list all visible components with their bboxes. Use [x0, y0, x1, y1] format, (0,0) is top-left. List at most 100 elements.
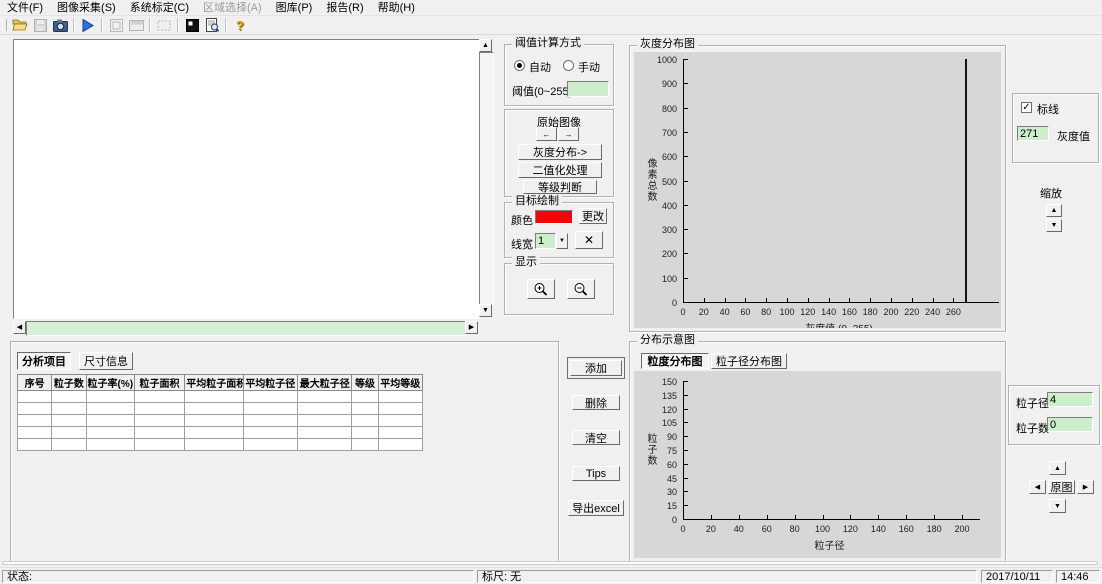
change-color-button[interactable]: 更改: [579, 208, 607, 224]
pan-left-button[interactable]: ◀: [1029, 480, 1046, 494]
menu-image-capture[interactable]: 图像采集(S): [50, 1, 123, 15]
table-cell: [185, 391, 243, 403]
binary-image-icon[interactable]: [183, 17, 201, 33]
distribution-chart-panel: 0153045607590105120135150020406080100120…: [634, 371, 1001, 558]
threshold-value-input[interactable]: [567, 81, 609, 97]
particle-diameter-input[interactable]: [1047, 392, 1093, 407]
scroll-up-button[interactable]: ▲: [479, 39, 492, 52]
threshold-value-label: 阈值(0~255): [512, 83, 572, 99]
table-row[interactable]: [18, 403, 423, 415]
x-tick-label: 20: [699, 524, 723, 534]
auto-radio-label[interactable]: 自动: [529, 59, 551, 75]
delete-target-button[interactable]: ✕: [575, 231, 603, 249]
gray-value-input[interactable]: [1017, 126, 1049, 141]
ruler-icon: [127, 17, 145, 33]
table-cell: [298, 415, 352, 427]
table-cell: [378, 415, 422, 427]
analysis-group: 分析项目 尺寸信息 序号粒子数粒子率(%)粒子面积平均粒子面积平均粒子径最大粒子…: [10, 341, 559, 562]
linewidth-value[interactable]: 1: [535, 233, 556, 249]
table-cell: [378, 439, 422, 451]
threshold-group-title: 阈值计算方式: [512, 37, 584, 50]
table-cell: [134, 415, 184, 427]
gray-distribution-button[interactable]: 灰度分布->: [518, 144, 602, 160]
menu-file[interactable]: 文件(F): [0, 1, 50, 15]
table-row[interactable]: [18, 415, 423, 427]
image-display-area[interactable]: [13, 39, 480, 319]
table-cell: [243, 427, 297, 439]
table-cell: [86, 415, 134, 427]
y-tick: [684, 83, 688, 84]
linewidth-dropdown-button[interactable]: ▼: [556, 233, 568, 249]
capture-image-icon[interactable]: [51, 17, 69, 33]
x-tick-label: 200: [950, 524, 974, 534]
scroll-left-button[interactable]: ◀: [13, 321, 26, 334]
analysis-table[interactable]: 序号粒子数粒子率(%)粒子面积平均粒子面积平均粒子径最大粒子径等级平均等级: [17, 374, 423, 451]
x-tick: [962, 515, 963, 519]
manual-radio[interactable]: [563, 60, 574, 71]
zoom-spin-down-button[interactable]: ▼: [1046, 219, 1062, 232]
y-tick-label: 100: [643, 274, 677, 284]
tab-analysis-items[interactable]: 分析项目: [17, 352, 71, 370]
manual-radio-label[interactable]: 手动: [578, 59, 600, 75]
menu-system-calibration[interactable]: 系统标定(C): [123, 1, 196, 15]
next-image-button[interactable]: →: [558, 127, 579, 141]
zoom-out-icon[interactable]: [567, 279, 595, 299]
help-icon[interactable]: ?: [231, 17, 249, 33]
add-button[interactable]: 添加: [570, 360, 622, 376]
marker-checkbox[interactable]: ✓: [1021, 102, 1032, 113]
vertical-scrollbar-track[interactable]: [479, 52, 494, 306]
menu-report[interactable]: 报告(R): [319, 1, 370, 15]
tab-diameter-chart[interactable]: 粒子径分布图: [711, 353, 787, 369]
scroll-right-button[interactable]: ▶: [465, 321, 478, 334]
table-row[interactable]: [18, 439, 423, 451]
toolbar-separator: [177, 18, 179, 32]
particle-count-input[interactable]: [1047, 417, 1093, 432]
y-tick-label: 30: [643, 487, 677, 497]
zoom-in-icon[interactable]: [527, 279, 555, 299]
open-folder-icon[interactable]: [11, 17, 29, 33]
binarize-button[interactable]: 二值化处理: [518, 162, 602, 178]
ruler-status: 标尺: 无: [477, 570, 977, 583]
pan-right-button[interactable]: ▶: [1077, 480, 1094, 494]
y-tick: [684, 491, 688, 492]
menu-region-select: 区域选择(A): [196, 1, 269, 15]
column-header: 平均粒子径: [243, 375, 297, 391]
scroll-down-button[interactable]: ▼: [479, 304, 492, 317]
table-cell: [18, 415, 52, 427]
x-tick: [870, 298, 871, 302]
x-tick: [829, 298, 830, 302]
menu-gallery[interactable]: 图库(P): [269, 1, 320, 15]
x-tick: [766, 298, 767, 302]
tips-button[interactable]: Tips: [572, 466, 620, 481]
auto-radio[interactable]: [514, 60, 525, 71]
table-row[interactable]: [18, 391, 423, 403]
marker-control-box: ✓ 标线 灰度值: [1012, 93, 1099, 163]
color-swatch[interactable]: [535, 210, 573, 224]
x-tick: [795, 515, 796, 519]
origin-view-button[interactable]: 原图: [1048, 480, 1075, 494]
y-tick: [684, 519, 688, 520]
export-excel-button[interactable]: 导出excel: [568, 500, 624, 516]
y-tick: [684, 381, 688, 382]
y-tick: [684, 464, 688, 465]
region-select-icon: [155, 17, 173, 33]
pan-down-button[interactable]: ▼: [1049, 499, 1066, 513]
delete-button[interactable]: 删除: [572, 395, 620, 410]
prev-image-button[interactable]: ←: [536, 127, 557, 141]
pan-up-button[interactable]: ▲: [1049, 461, 1066, 475]
zoom-spin-up-button[interactable]: ▲: [1046, 204, 1062, 217]
clear-button[interactable]: 清空: [572, 430, 620, 445]
print-preview-icon[interactable]: [203, 17, 221, 33]
y-tick-label: 200: [643, 249, 677, 259]
tab-size-info[interactable]: 尺寸信息: [79, 352, 133, 370]
menu-help[interactable]: 帮助(H): [371, 1, 422, 15]
table-cell: [243, 439, 297, 451]
tab-granularity-chart[interactable]: 粒度分布图: [641, 353, 709, 369]
horizontal-scrollbar-track[interactable]: [26, 321, 467, 336]
play-icon[interactable]: [79, 17, 97, 33]
y-tick-label: 900: [643, 79, 677, 89]
grade-judge-button[interactable]: 等级判断: [523, 180, 597, 194]
y-tick-label: 15: [643, 501, 677, 511]
y-tick: [684, 156, 688, 157]
table-row[interactable]: [18, 427, 423, 439]
